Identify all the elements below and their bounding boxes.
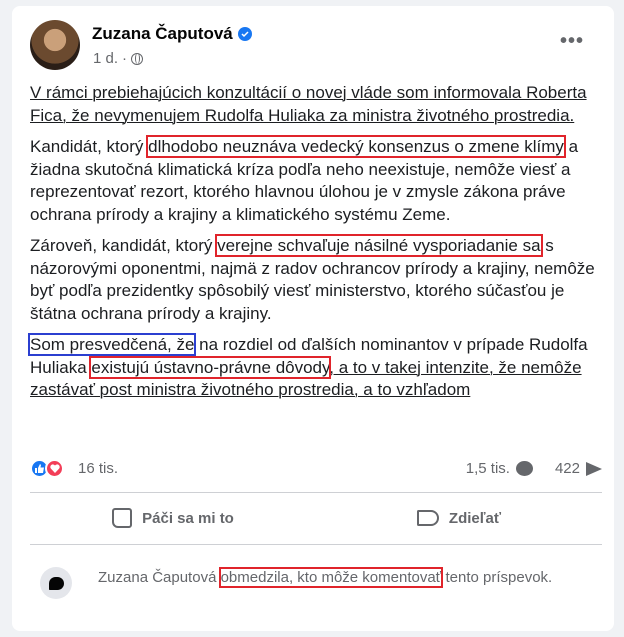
author-name-text[interactable]: Zuzana Čaputová (92, 24, 233, 44)
paragraph-1: V rámci prebiehajúcich konzultácií o nov… (30, 82, 602, 127)
more-options-button[interactable]: ••• (560, 30, 584, 53)
globe-icon (131, 52, 144, 65)
post-header: Zuzana Čaputová 1 d. · ••• (30, 20, 602, 72)
author-name[interactable]: Zuzana Čaputová (92, 24, 252, 44)
highlight-violent-settlement: verejne schvaľuje násilné vysporiadanie … (215, 234, 543, 257)
like-button[interactable]: Páči sa mi to (30, 500, 316, 536)
notice-end: tento príspevok. (441, 569, 553, 586)
highlight-restricted-comments: obmedzila, kto môže komentovať (218, 567, 444, 588)
meta-separator: · (122, 50, 128, 67)
shares-count[interactable]: 422 (555, 460, 580, 477)
paragraph-3-start: Zároveň, kandidát, ktorý (30, 236, 218, 255)
share-button-label: Zdieľať (448, 509, 502, 527)
like-button-label: Páči sa mi to (142, 509, 234, 527)
reactions-icons[interactable] (30, 459, 64, 478)
post-actions: Páči sa mi to Zdieľať (30, 500, 602, 536)
verified-badge-icon (237, 27, 252, 41)
engagement-counts: 1,5 tis. 422 (466, 460, 602, 477)
share-icon (416, 510, 439, 526)
comment-restricted-icon (40, 567, 72, 599)
post-card: Zuzana Čaputová 1 d. · ••• V rámci prebi… (12, 6, 614, 631)
thumbs-up-icon (112, 508, 133, 528)
notice-text: Zuzana Čaputová obmedzila, kto môže kome… (98, 567, 568, 588)
post-time[interactable]: 1 d. (93, 50, 118, 67)
avatar[interactable] (30, 20, 80, 70)
notice-author: Zuzana Čaputová (98, 569, 221, 586)
post-stats: 16 tis. 1,5 tis. 422 (30, 458, 602, 482)
paragraph-2: Kandidát, ktorý dlhodobo neuznáva vedeck… (30, 135, 602, 226)
divider-bottom (30, 544, 602, 545)
share-arrow-icon (586, 461, 602, 476)
post-meta: 1 d. · (93, 50, 144, 67)
love-reaction-icon (45, 459, 64, 478)
highlight-constitutional-reasons: existujú ústavno-právne dôvody (89, 355, 332, 379)
paragraph-3: Zároveň, kandidát, ktorý verejne schvaľu… (30, 234, 602, 325)
comments-count[interactable]: 1,5 tis. (466, 460, 510, 477)
post-body: V rámci prebiehajúcich konzultácií o nov… (27, 82, 602, 411)
paragraph-2-start: Kandidát, ktorý (30, 137, 149, 156)
highlight-convinced: Som presvedčená, že (27, 333, 197, 356)
highlight-climate-consensus: dlhodobo neuznáva vedecký konsenzus o zm… (146, 135, 566, 158)
reactions-count[interactable]: 16 tis. (78, 460, 118, 477)
paragraph-1-text: V rámci prebiehajúcich konzultácií o nov… (30, 83, 587, 125)
divider-top (30, 492, 602, 493)
comment-bubble-icon (515, 461, 533, 476)
paragraph-4: Som presvedčená, že na rozdiel od ďalšíc… (27, 333, 602, 402)
share-button[interactable]: Zdieľať (316, 500, 602, 536)
